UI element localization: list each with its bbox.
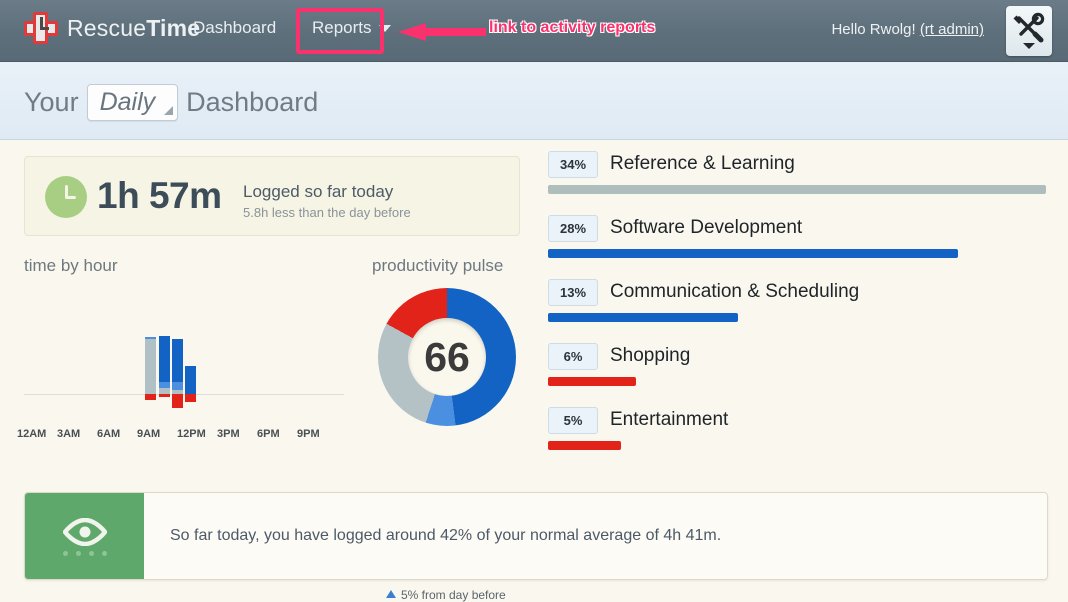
hour-bar-segment [159, 336, 170, 383]
top-categories-list: 34% Reference & Learning 28% Software Devel… [548, 150, 1048, 470]
category-name: Software Development [610, 217, 802, 239]
category-name: Entertainment [610, 409, 728, 431]
logo-wordmark: RescueTime [67, 15, 200, 42]
category-percent-badge: 6% [548, 343, 598, 370]
admin-link[interactable]: (rt admin) [920, 21, 984, 38]
hour-bar-segment [172, 339, 183, 383]
hour-bar-segment [145, 337, 156, 339]
hour-axis-tick: 9PM [297, 428, 320, 440]
hour-axis-tick: 9AM [137, 428, 160, 440]
notice-dots [63, 551, 107, 556]
hour-axis-tick: 6PM [257, 428, 280, 440]
hour-axis-tick: 6AM [97, 428, 120, 440]
eye-icon [63, 518, 107, 546]
category-bar [548, 441, 621, 450]
category-percent-badge: 13% [548, 279, 598, 306]
category-bar-track [548, 313, 1048, 322]
logged-time-value: 1h 57m [97, 175, 222, 217]
category-row[interactable]: 6% Shopping [548, 342, 1048, 386]
hour-axis-tick: 12AM [17, 428, 46, 440]
category-name: Communication & Scheduling [610, 281, 859, 303]
category-name: Reference & Learning [610, 153, 795, 175]
hour-bar-segment-negative [172, 394, 183, 408]
chart-baseline [24, 394, 344, 395]
hour-bar [185, 280, 196, 418]
category-bar-track [548, 441, 1048, 450]
category-row[interactable]: 5% Entertainment [548, 406, 1048, 450]
productivity-pulse-delta: 5% from day before [386, 588, 506, 602]
category-bar-track [548, 185, 1048, 194]
tools-menu-button[interactable] [1006, 6, 1052, 56]
category-row[interactable]: 13% Communication & Scheduling [548, 278, 1048, 322]
category-bar [548, 185, 1046, 194]
greeting-text: Hello Rwolg! [831, 21, 919, 38]
category-bar-track [548, 377, 1048, 386]
hour-bar [172, 280, 183, 418]
category-name: Shopping [610, 345, 690, 367]
productivity-pulse-title: productivity pulse [372, 256, 503, 276]
sub-header-bar: Your Daily Dashboard date navigation Wed… [0, 62, 1068, 140]
hour-bar-segment [172, 382, 183, 390]
hour-axis-tick: 3AM [57, 428, 80, 440]
category-bar [548, 377, 636, 386]
hour-bar [159, 280, 170, 418]
time-by-hour-axis: 12AM3AM6AM9AM12PM3PM6PM9PM [24, 428, 344, 444]
chevron-down-icon [379, 25, 391, 32]
hour-bar [145, 280, 156, 418]
productivity-pulse-delta-text: 5% from day before [401, 588, 506, 602]
annotation-label-reports: link to activity reports [489, 19, 655, 37]
arrow-up-icon [386, 590, 396, 598]
logo-text-light: Rescue [67, 15, 146, 41]
category-row[interactable]: 34% Reference & Learning [548, 150, 1048, 194]
hour-bar-segment [185, 366, 196, 395]
notice-banner: So far today, you have logged around 42%… [24, 492, 1048, 580]
logged-time-card: 1h 57m Logged so far today 5.8h less tha… [24, 156, 520, 236]
category-header: 13% Communication & Scheduling [548, 278, 1048, 306]
nav-item-reports[interactable]: Reports [303, 13, 400, 43]
productivity-pulse-score: 66 [424, 334, 470, 381]
category-bar [548, 313, 738, 322]
category-percent-badge: 5% [548, 407, 598, 434]
nav-item-dashboard[interactable]: Dashboard [193, 18, 276, 38]
clock-icon [45, 176, 87, 218]
top-navigation-bar: RescueTime Dashboard Reports link to act… [0, 0, 1068, 62]
time-by-hour-chart [24, 280, 344, 418]
logged-time-comparison: 5.8h less than the day before [243, 205, 411, 220]
category-header: 34% Reference & Learning [548, 150, 1048, 178]
tools-wrench-screwdriver-icon [1006, 6, 1052, 56]
page-title: Your Daily Dashboard [24, 84, 318, 121]
productivity-pulse-donut: 66 [378, 288, 516, 426]
productivity-pulse-center: 66 [408, 318, 486, 396]
hour-bar-segment [145, 339, 156, 395]
page-title-prefix: Your [24, 87, 79, 118]
hour-bar-segment-negative [145, 394, 156, 400]
rescuetime-cross-clock-logo [24, 12, 58, 44]
category-bar [548, 249, 958, 258]
category-bar-track [548, 249, 1048, 258]
time-by-hour-title: time by hour [24, 256, 118, 276]
chevron-down-icon [164, 106, 173, 115]
notice-text: So far today, you have logged around 42%… [144, 493, 721, 579]
category-header: 6% Shopping [548, 342, 1048, 370]
annotation-arrow-reports [396, 22, 488, 42]
user-greeting: Hello Rwolg! (rt admin) [831, 21, 984, 38]
rescuetime-logo[interactable]: RescueTime [24, 12, 200, 44]
category-header: 5% Entertainment [548, 406, 1048, 434]
category-row[interactable]: 28% Software Development [548, 214, 1048, 258]
hour-bar-segment-negative [185, 394, 196, 402]
category-header: 28% Software Development [548, 214, 1048, 242]
logged-time-label: Logged so far today [243, 182, 393, 202]
notice-icon-panel [25, 493, 144, 579]
hour-bar-segment-negative [159, 394, 170, 397]
page-title-suffix: Dashboard [186, 87, 318, 118]
category-percent-badge: 28% [548, 215, 598, 242]
period-select[interactable]: Daily [87, 84, 179, 121]
category-percent-badge: 34% [548, 151, 598, 178]
hour-bar-segment [159, 382, 170, 388]
main-content: 1h 57m Logged so far today 5.8h less tha… [0, 140, 1068, 595]
hour-axis-tick: 3PM [217, 428, 240, 440]
period-select-value: Daily [100, 88, 156, 116]
nav-item-reports-label: Reports [312, 18, 372, 37]
hour-axis-tick: 12PM [177, 428, 206, 440]
